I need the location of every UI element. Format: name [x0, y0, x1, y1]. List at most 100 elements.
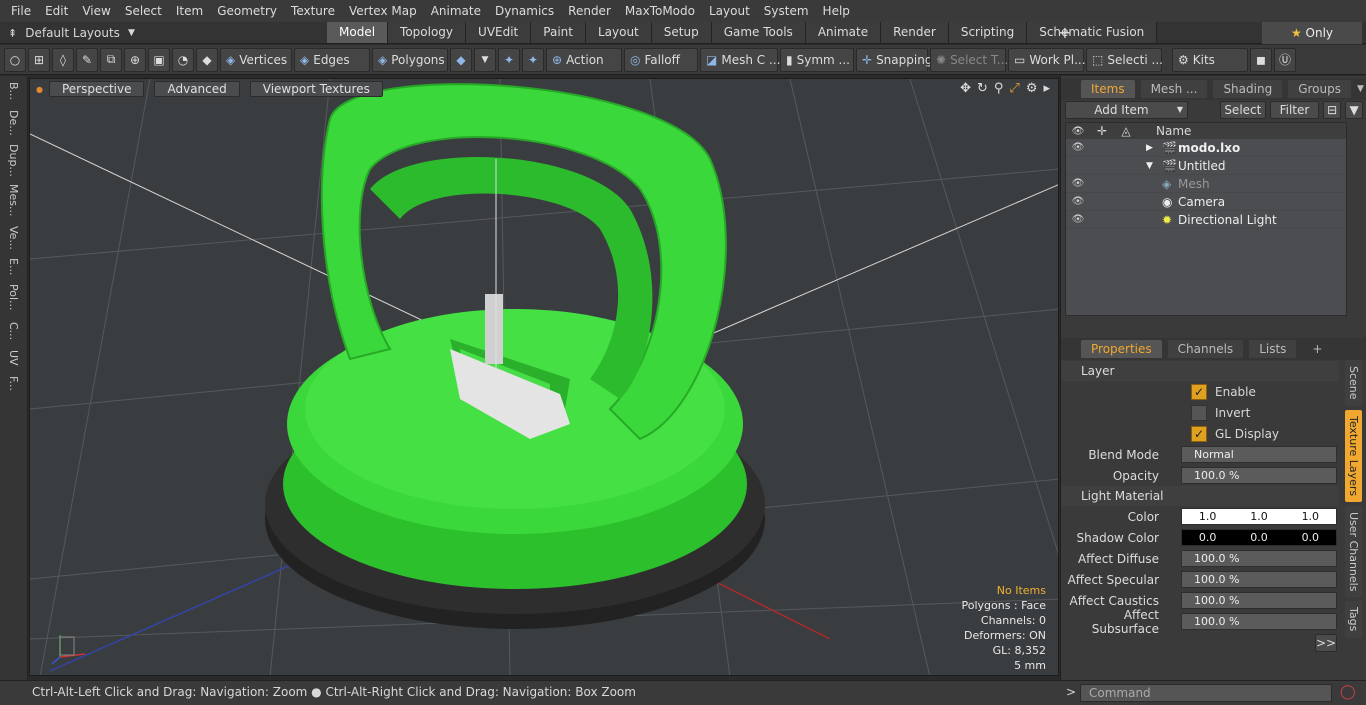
menu-render[interactable]: Render — [561, 0, 618, 22]
select-through-button[interactable]: ✺ Select T... — [930, 47, 1008, 72]
eye-icon[interactable]: 👁 — [1066, 142, 1090, 153]
record-icon[interactable]: ◯ — [1340, 684, 1356, 700]
mode-dropdown-icon[interactable]: ▼ — [474, 47, 496, 72]
item-mode-icon[interactable]: ◆ — [196, 47, 218, 72]
funnel-icon[interactable]: ▼ — [1345, 101, 1364, 119]
affect-caustics-field[interactable]: 100.0 % — [1181, 592, 1337, 609]
add-item-button[interactable]: Add Item ▼ — [1065, 101, 1189, 119]
tab-model[interactable]: Model — [327, 22, 389, 43]
side-tab-user-channels[interactable]: User Channels — [1345, 505, 1362, 598]
tree-row-camera[interactable]: 👁 ◉ Camera — [1066, 193, 1346, 211]
shadow-field[interactable]: 0.0 0.0 0.0 — [1181, 529, 1337, 546]
tree-row-scene[interactable]: 👁 ▶ 🎬 modo.lxo — [1066, 139, 1346, 157]
menu-texture[interactable]: Texture — [284, 0, 342, 22]
menu-edit[interactable]: Edit — [38, 0, 75, 22]
left-tab-uv[interactable]: UV — [4, 350, 20, 366]
side-tab-texture-layers[interactable]: Texture Layers — [1345, 409, 1362, 502]
layer-section[interactable]: Layer — [1061, 361, 1339, 381]
menu-dynamics[interactable]: Dynamics — [488, 0, 561, 22]
blend-mode-select[interactable]: Normal — [1181, 446, 1337, 463]
selection-sets-button[interactable]: ⬚ Selecti ... — [1086, 47, 1163, 72]
left-tab-vertex[interactable]: Ve... — [4, 226, 20, 250]
menu-layout[interactable]: Layout — [702, 0, 757, 22]
tab-layout[interactable]: Layout — [585, 22, 652, 43]
expand-icon[interactable]: ▶ — [1146, 143, 1162, 153]
tab-properties[interactable]: Properties — [1081, 340, 1162, 358]
cube-icon[interactable]: ◼ — [1250, 47, 1272, 72]
transform-icon[interactable]: ⊕ — [124, 47, 146, 72]
menu-animate[interactable]: Animate — [424, 0, 488, 22]
action-center-button[interactable]: ⊕ Action — [546, 47, 622, 72]
orbit-icon[interactable]: ↻ — [977, 81, 988, 96]
side-tab-tags[interactable]: Tags — [1345, 601, 1362, 638]
3d-viewport[interactable]: ● Perspective Advanced Viewport Textures… — [29, 78, 1059, 676]
tab-game-tools[interactable]: Game Tools — [711, 22, 806, 43]
menu-vertex-map[interactable]: Vertex Map — [342, 0, 424, 22]
tab-uvedit[interactable]: UVEdit — [466, 22, 532, 43]
add-tab-icon[interactable]: + — [1056, 22, 1074, 44]
affect-specular-field[interactable]: 100.0 % — [1181, 571, 1337, 588]
side-tab-scene[interactable]: Scene — [1345, 360, 1362, 406]
panel-menu-icon[interactable]: ▼ — [1357, 80, 1364, 98]
layout-up-icon[interactable]: ⇞ — [8, 27, 17, 40]
move-icon[interactable]: ⧉ — [100, 47, 122, 72]
menu-select[interactable]: Select — [118, 0, 169, 22]
left-tab-basic[interactable]: B... — [4, 82, 20, 100]
menu-help[interactable]: Help — [816, 0, 857, 22]
edges-button[interactable]: ◈ Edges — [294, 47, 370, 72]
mesh-constraint-button[interactable]: ◪ Mesh C ... — [700, 47, 780, 72]
unreal-icon[interactable]: Ⓤ — [1274, 47, 1296, 72]
material-mode-icon[interactable]: ◆ — [450, 47, 472, 72]
advanced-button[interactable]: Advanced — [154, 81, 240, 97]
tab-scripting[interactable]: Scripting — [948, 22, 1028, 43]
affect-subsurface-field[interactable]: 100.0 % — [1181, 613, 1337, 630]
work-plane-button[interactable]: ▭ Work Pl... — [1008, 47, 1086, 72]
light-material-section[interactable]: Light Material — [1061, 486, 1339, 506]
kits-button[interactable]: ⚙ Kits — [1172, 47, 1248, 72]
symmetry-x-icon[interactable]: ✦ — [498, 47, 520, 72]
affect-diffuse-field[interactable]: 100.0 % — [1181, 550, 1337, 567]
tree-row-untitled[interactable]: ▼ 🎬 Untitled — [1066, 157, 1346, 175]
zoom-icon[interactable]: ⚲ — [994, 81, 1004, 96]
left-tab-deform[interactable]: De... — [4, 110, 20, 136]
tab-setup[interactable]: Setup — [651, 22, 712, 43]
grid-icon[interactable]: ⊞ — [28, 47, 50, 72]
gl-display-checkbox[interactable]: ✓ — [1191, 425, 1207, 442]
perspective-button[interactable]: Perspective — [48, 81, 145, 97]
eye-icon[interactable]: 👁 — [1066, 196, 1090, 207]
tab-groups[interactable]: Groups — [1288, 80, 1351, 98]
vertex-tool-icon[interactable]: ◊ — [52, 47, 74, 72]
left-tab-duplicate[interactable]: Dup... — [4, 144, 20, 177]
scale-icon[interactable]: ▣ — [148, 47, 170, 72]
tab-channels[interactable]: Channels — [1167, 340, 1244, 358]
invert-checkbox[interactable] — [1191, 404, 1207, 421]
viewport-textures-button[interactable]: Viewport Textures — [249, 81, 383, 97]
menu-view[interactable]: View — [75, 0, 117, 22]
tab-animate[interactable]: Animate — [805, 22, 882, 43]
pan-icon[interactable]: ✥ — [960, 81, 971, 96]
eye-icon[interactable]: 👁 — [1066, 214, 1090, 225]
menu-geometry[interactable]: Geometry — [210, 0, 284, 22]
color-field[interactable]: 1.0 1.0 1.0 — [1181, 508, 1337, 525]
left-tab-fusion[interactable]: F... — [4, 376, 20, 391]
symmetry-button[interactable]: ▮ Symm ... — [780, 47, 854, 72]
viewport-arrow-icon[interactable]: ▸ — [1043, 81, 1050, 96]
tab-schematic-fusion[interactable]: Schematic Fusion — [1027, 22, 1158, 43]
rotate-icon[interactable]: ◔ — [172, 47, 194, 72]
enable-checkbox[interactable]: ✓ — [1191, 383, 1207, 400]
left-tab-edge[interactable]: E... — [4, 258, 20, 275]
pen-icon[interactable]: ✎ — [76, 47, 98, 72]
tree-row-light[interactable]: 👁 ✹ Directional Light — [1066, 211, 1346, 229]
left-tab-curve[interactable]: C... — [4, 322, 20, 340]
menu-file[interactable]: File — [4, 0, 38, 22]
tab-render[interactable]: Render — [881, 22, 949, 43]
vertices-button[interactable]: ◈ Vertices — [220, 47, 292, 72]
only-toggle[interactable]: ★ Only — [1262, 22, 1362, 44]
tab-topology[interactable]: Topology — [388, 22, 467, 43]
symmetry-y-icon[interactable]: ✦ — [522, 47, 544, 72]
tab-items[interactable]: Items — [1081, 80, 1135, 98]
left-tab-mesh-edit[interactable]: Mes... — [4, 184, 20, 216]
more-button[interactable]: >> — [1315, 633, 1337, 652]
menu-item[interactable]: Item — [169, 0, 210, 22]
polygons-button[interactable]: ◈ Polygons — [372, 47, 448, 72]
